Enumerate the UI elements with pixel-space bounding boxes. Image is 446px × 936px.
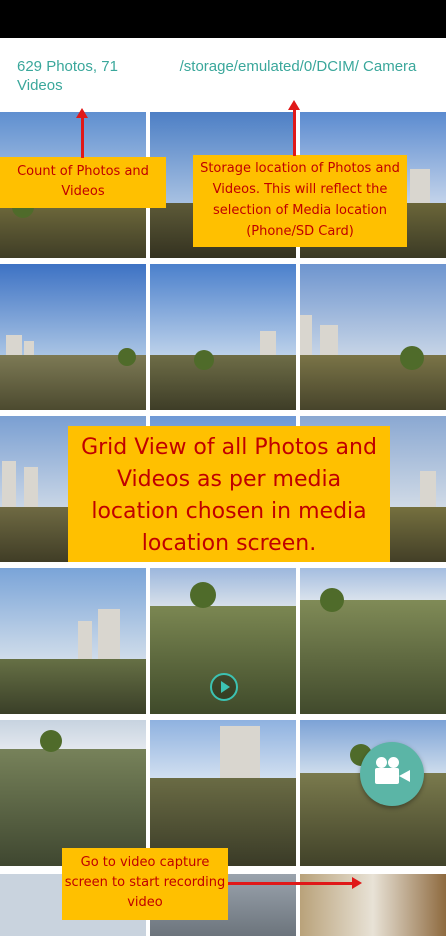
storage-arrow-head [288, 100, 300, 110]
storage-callout: Storage location of Photos and Videos. T… [193, 155, 407, 247]
media-count-label: 629 Photos, 71 Videos [17, 58, 118, 94]
count-arrow-head [76, 108, 88, 118]
storage-path-label[interactable]: /storage/emulated/0/DCIM/ Camera [178, 57, 418, 76]
media-thumbnail[interactable] [300, 264, 446, 410]
media-thumbnail[interactable] [0, 720, 146, 866]
media-thumbnail[interactable] [150, 720, 296, 866]
media-thumbnail[interactable] [150, 264, 296, 410]
grid-callout: Grid View of all Photos and Videos as pe… [68, 426, 390, 562]
media-thumbnail[interactable] [0, 264, 146, 410]
record-video-button[interactable] [360, 742, 424, 806]
play-icon[interactable] [210, 673, 238, 701]
status-bar [0, 0, 446, 38]
count-arrow [81, 118, 84, 158]
storage-arrow [293, 110, 296, 156]
gallery-header: 629 Photos, 71 Videos /storage/emulated/… [0, 38, 446, 110]
media-thumbnail[interactable] [300, 568, 446, 714]
record-arrow-head [352, 877, 362, 889]
media-thumbnail[interactable] [0, 568, 146, 714]
record-callout: Go to video capture screen to start reco… [62, 848, 228, 920]
count-callout: Count of Photos and Videos [0, 157, 166, 208]
record-arrow [228, 882, 352, 885]
